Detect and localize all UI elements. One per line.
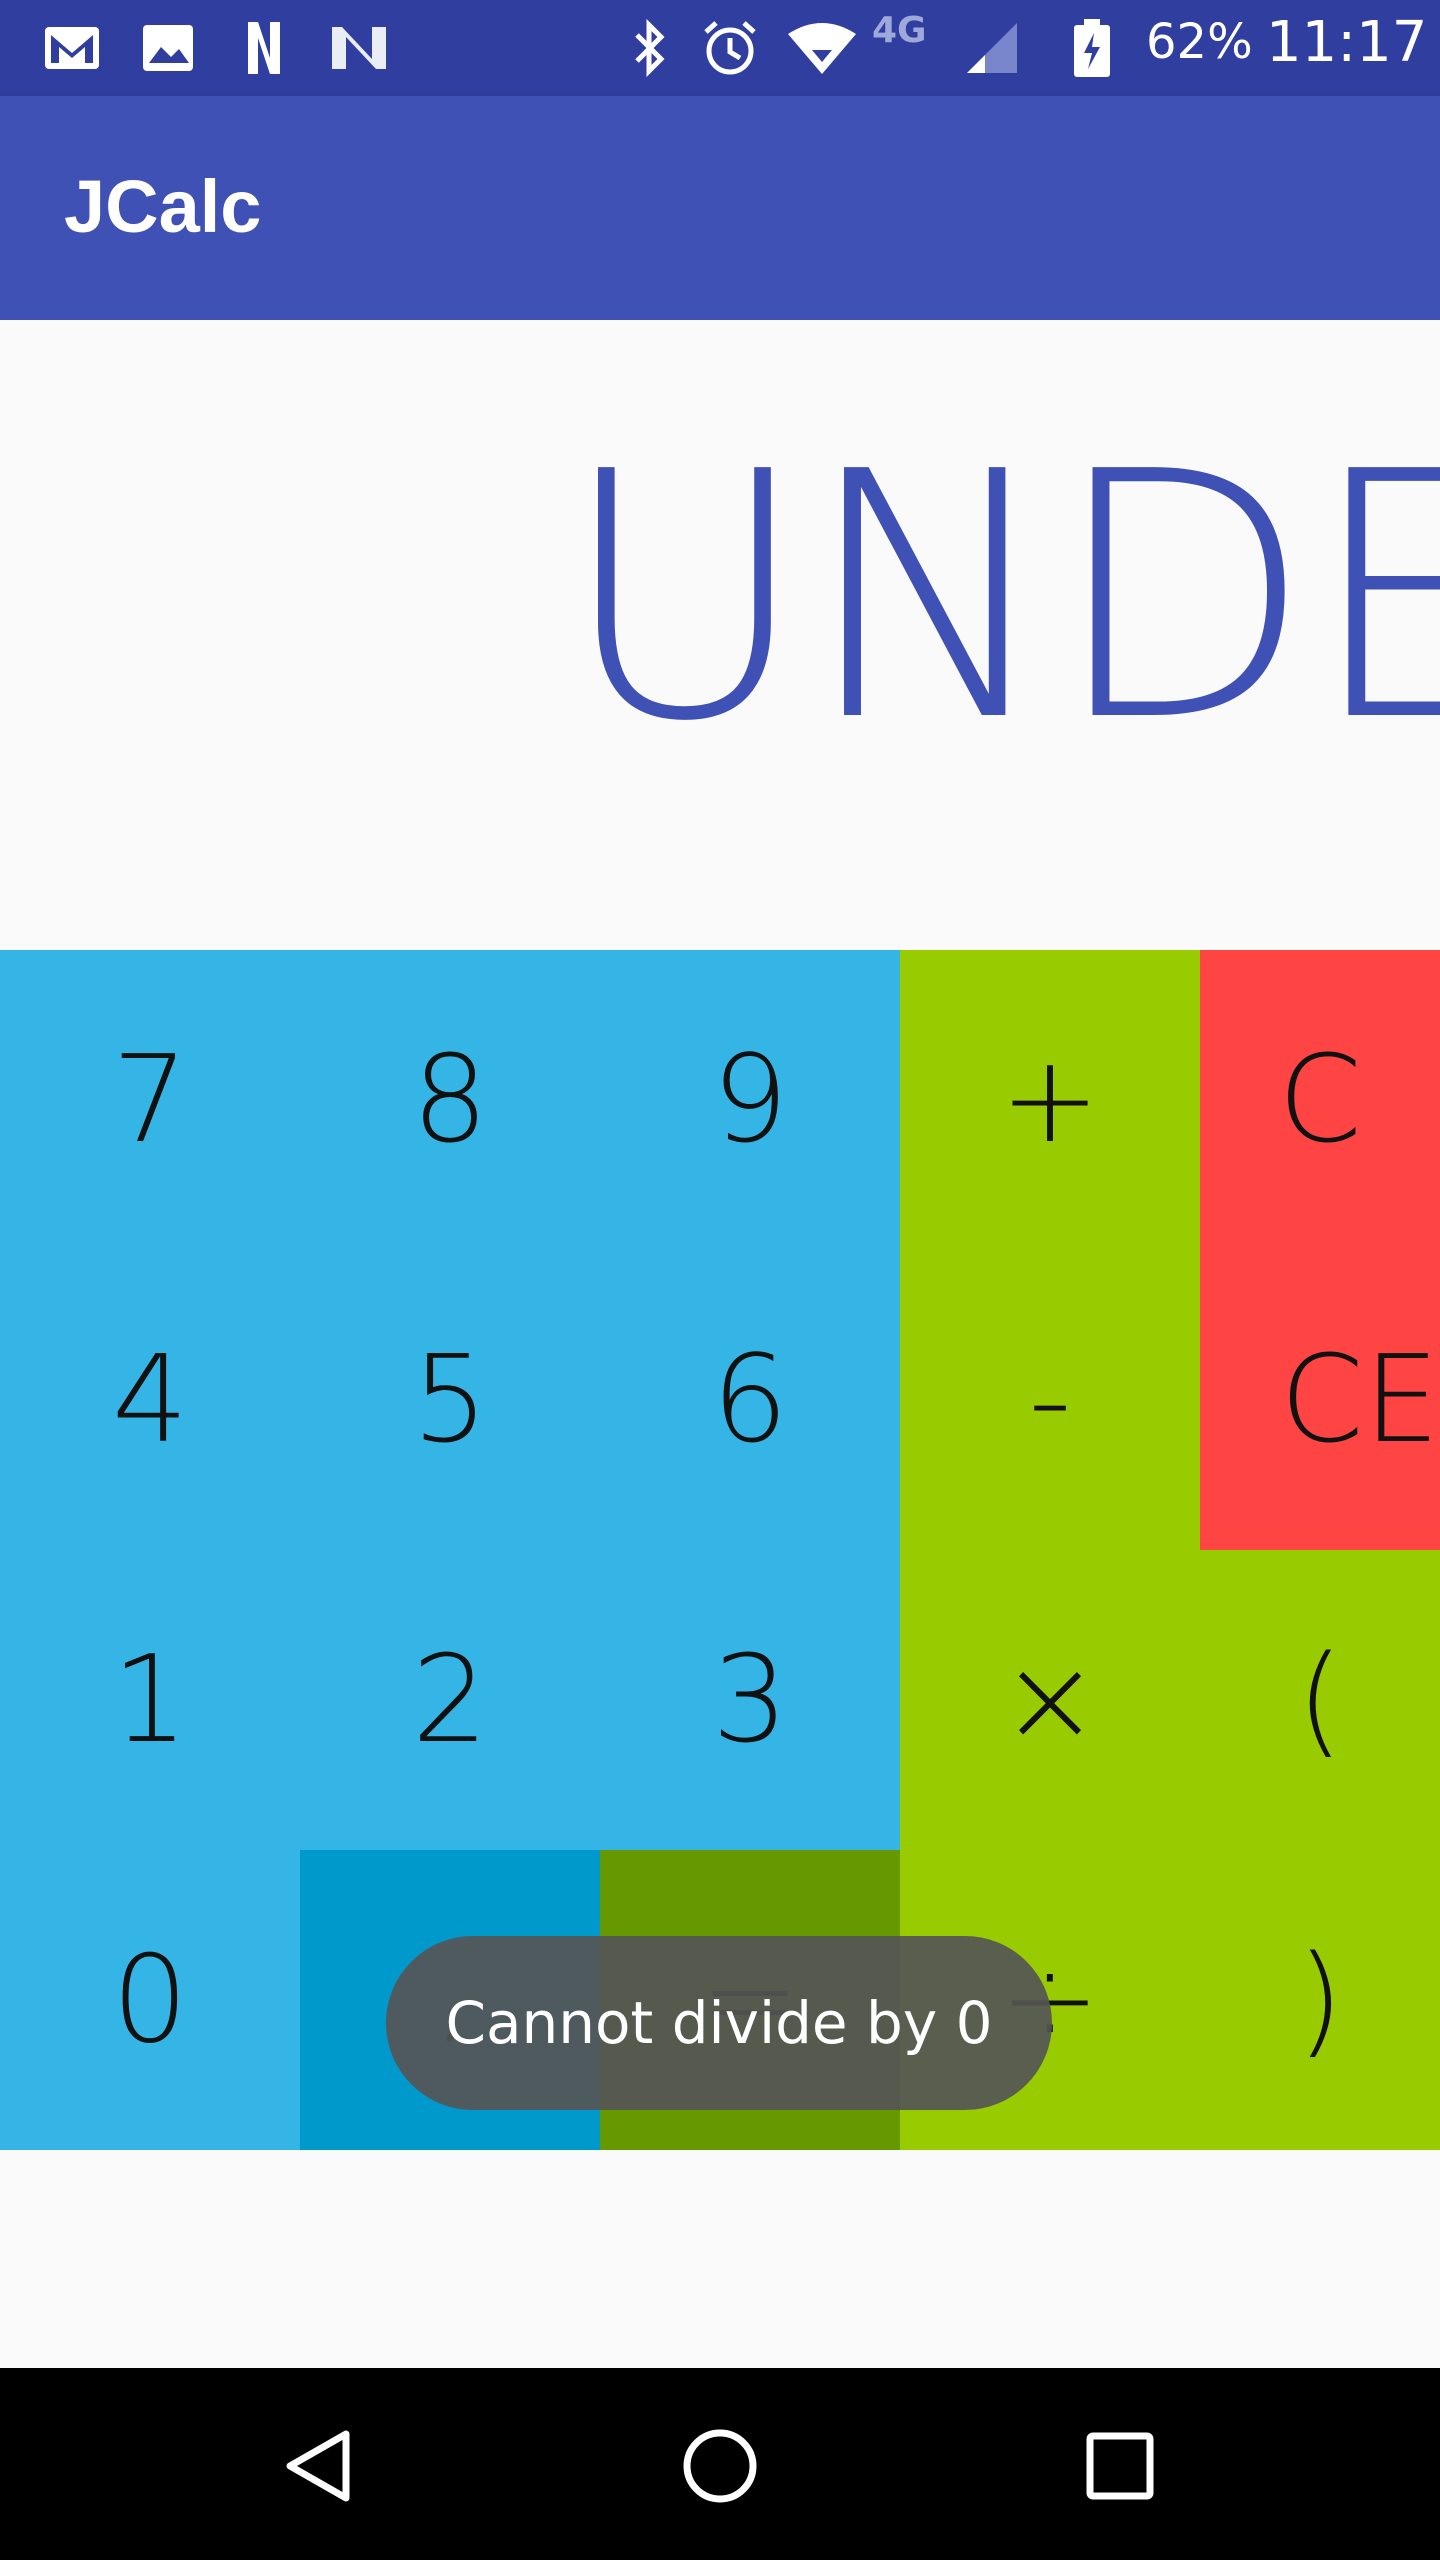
key-clear-entry[interactable]: CE [1200, 1250, 1440, 1550]
key-open-paren[interactable]: ( [1200, 1550, 1440, 1850]
key-7[interactable]: 7 [0, 950, 300, 1250]
key-clear[interactable]: C [1200, 950, 1440, 1250]
key-2[interactable]: 2 [300, 1550, 600, 1850]
key-plus[interactable]: + [900, 950, 1200, 1250]
signal-icon [964, 18, 1020, 78]
app-title: JCalc [64, 165, 262, 248]
alarm-icon [698, 18, 762, 78]
n-icon [236, 18, 292, 78]
key-minus[interactable]: - [900, 1250, 1200, 1550]
toast-message: Cannot divide by 0 [386, 1936, 1052, 2110]
result-display: UNDEF [0, 320, 1440, 950]
key-4[interactable]: 4 [0, 1250, 300, 1550]
clock: 11:17 [1266, 10, 1428, 75]
battery-icon [1068, 18, 1116, 78]
app-bar: JCalc [0, 96, 1440, 320]
key-5[interactable]: 5 [300, 1250, 600, 1550]
bluetooth-icon [626, 18, 674, 78]
key-1[interactable]: 1 [0, 1550, 300, 1850]
photo-icon [136, 18, 200, 78]
network-type: 4G [872, 10, 927, 51]
key-multiply[interactable]: × [900, 1550, 1200, 1850]
key-8[interactable]: 8 [300, 950, 600, 1250]
gmail-icon [40, 18, 104, 78]
key-6[interactable]: 6 [600, 1250, 900, 1550]
navigation-bar [0, 2368, 1440, 2560]
key-0[interactable]: 0 [0, 1850, 300, 2150]
back-icon[interactable] [270, 2416, 370, 2516]
result-text: UNDEF [560, 400, 1440, 796]
key-3[interactable]: 3 [600, 1550, 900, 1850]
n-alt-icon [326, 18, 392, 78]
battery-percent: 62% [1146, 14, 1253, 70]
status-bar: 4G 62% 11:17 [0, 0, 1440, 96]
key-9[interactable]: 9 [600, 950, 900, 1250]
home-icon[interactable] [670, 2416, 770, 2516]
key-close-paren[interactable]: ) [1200, 1850, 1440, 2150]
recents-icon[interactable] [1070, 2416, 1170, 2516]
wifi-icon [784, 18, 860, 78]
